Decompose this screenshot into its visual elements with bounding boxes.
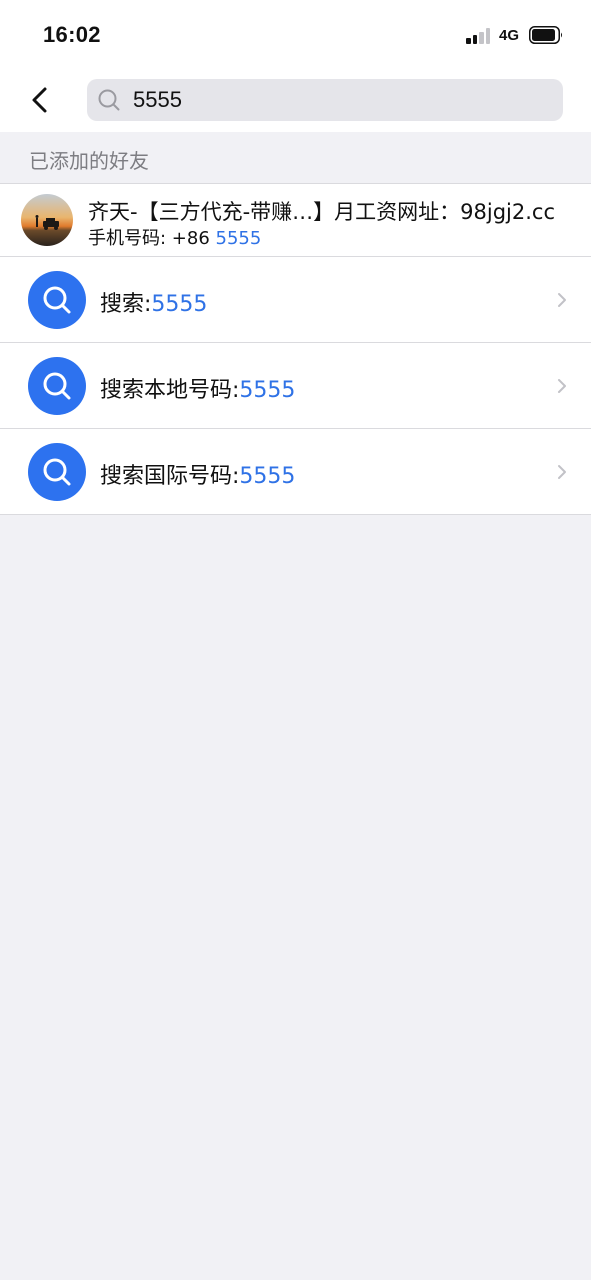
friend-list-item[interactable]: 齐天-【三方代充-带赚…】月工资网址：98jgj2.cc 手机号码: +86 5… xyxy=(0,184,591,257)
friend-name: 齐天-【三方代充-带赚…】月工资网址：98jgj2.cc xyxy=(88,200,556,224)
search-circle-icon xyxy=(28,443,86,501)
chevron-left-icon xyxy=(32,87,47,113)
nav-bar xyxy=(0,70,591,132)
friend-phone: 手机号码: +86 5555 xyxy=(88,224,261,250)
section-header: 已添加的好友 xyxy=(0,132,591,184)
chevron-right-icon xyxy=(558,379,566,393)
phone-match: 5555 xyxy=(215,228,262,249)
chevron-right-icon xyxy=(558,465,566,479)
cellular-signal-icon xyxy=(466,28,492,44)
battery-icon xyxy=(529,26,563,44)
search-circle-icon xyxy=(28,271,86,329)
search-local-row[interactable]: 搜索本地号码:5555 xyxy=(0,343,591,429)
status-time: 16:02 xyxy=(43,22,101,47)
search-circle-icon xyxy=(28,357,86,415)
search-action-label: 搜索国际号码:5555 xyxy=(100,464,296,489)
search-action-row[interactable]: 搜索:5555 xyxy=(0,257,591,343)
search-input[interactable] xyxy=(133,79,553,121)
back-button[interactable] xyxy=(26,82,56,118)
chevron-right-icon xyxy=(558,293,566,307)
avatar xyxy=(21,194,73,246)
status-bar: 16:02 4G xyxy=(0,0,591,70)
network-type: 4G xyxy=(499,27,520,44)
search-international-row[interactable]: 搜索国际号码:5555 xyxy=(0,429,591,515)
search-action-label: 搜索:5555 xyxy=(100,292,208,317)
search-icon xyxy=(98,89,120,111)
search-action-label: 搜索本地号码:5555 xyxy=(100,378,296,403)
section-title: 已添加的好友 xyxy=(29,149,149,173)
phone-label: 手机号码: +86 xyxy=(88,228,216,249)
search-bar[interactable] xyxy=(87,79,563,121)
